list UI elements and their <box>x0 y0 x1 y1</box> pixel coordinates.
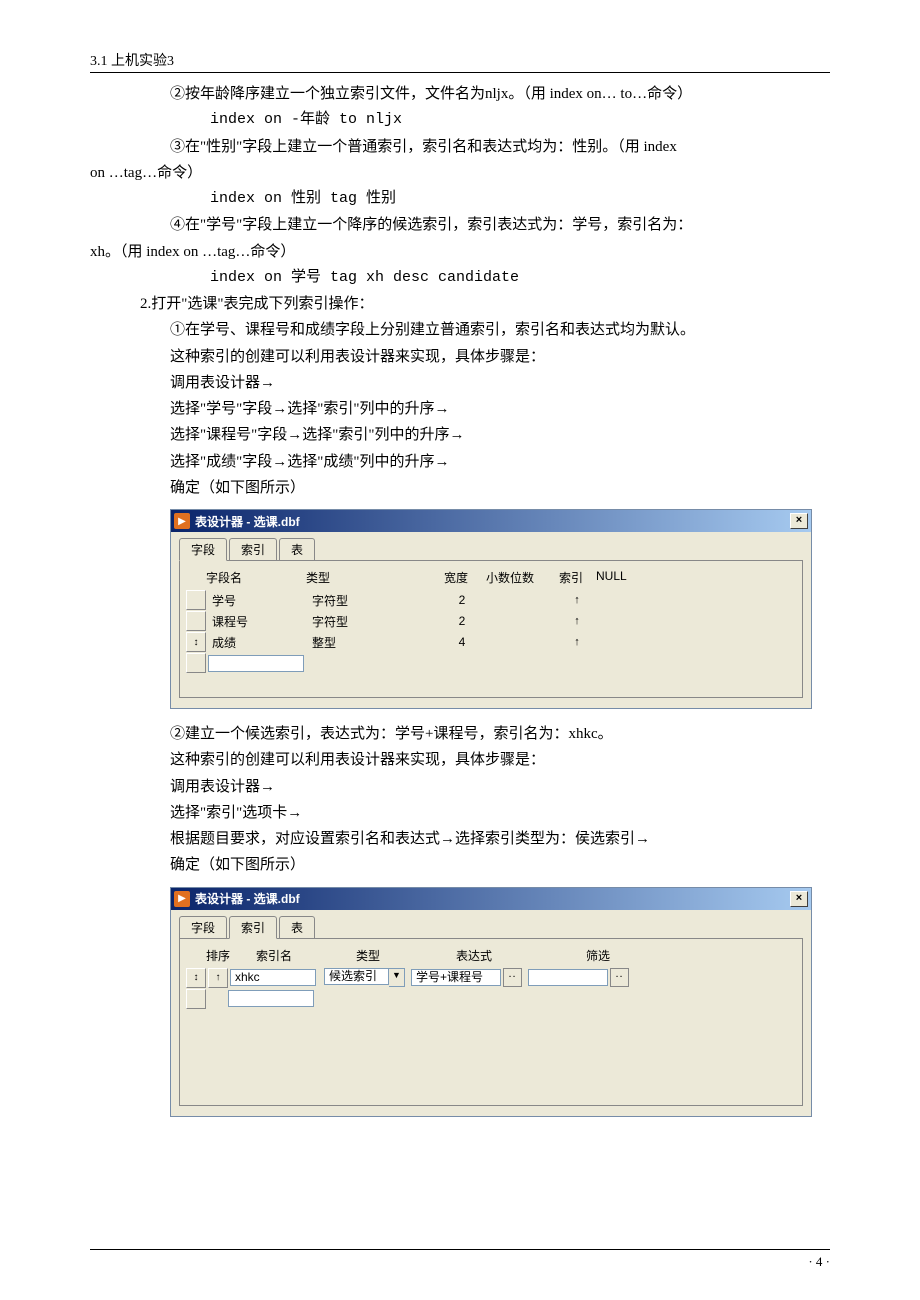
code-line: index on 性别 tag 性别 <box>90 186 830 212</box>
cell-width: 2 <box>432 614 492 628</box>
filter-builder-button[interactable]: .. <box>610 968 629 987</box>
field-row[interactable]: 课程号 字符型 2 ↑ <box>186 611 796 631</box>
col-type: 类型 <box>356 947 456 964</box>
para: 选择"索引"选项卡→ <box>90 800 830 826</box>
para: ②建立一个候选索引，表达式为：学号+课程号，索引名为：xhkc。 <box>90 721 830 747</box>
cell-width: 4 <box>432 635 492 649</box>
row-handle-icon[interactable] <box>186 590 206 610</box>
fox-icon: ▶ <box>174 513 190 529</box>
para: 调用表设计器→ <box>90 774 830 800</box>
para: 根据题目要求，对应设置索引名和表达式→选择索引类型为：侯选索引→ <box>90 826 830 852</box>
tab-table[interactable]: 表 <box>279 538 315 561</box>
row-handle-icon[interactable] <box>186 611 206 631</box>
col-width: 宽度 <box>426 569 486 586</box>
tab-table[interactable]: 表 <box>279 916 315 939</box>
col-expr: 表达式 <box>456 947 586 964</box>
para: ④在"学号"字段上建立一个降序的候选索引，索引表达式为：学号，索引名为： <box>90 212 830 238</box>
tab-panel: 字段名 类型 宽度 小数位数 索引 NULL 学号 字符型 2 ↑ <box>179 560 803 698</box>
body-text: ②建立一个候选索引，表达式为：学号+课程号，索引名为：xhkc。 这种索引的创建… <box>90 721 830 879</box>
para: 确定（如下图所示） <box>90 475 830 501</box>
chevron-down-icon[interactable]: ▼ <box>389 968 405 987</box>
body-text: ②按年龄降序建立一个独立索引文件，文件名为nljx。（用 index on… t… <box>90 81 830 501</box>
para: 选择"成绩"字段→选择"成绩"列中的升序→ <box>90 449 830 475</box>
col-null: NULL <box>596 569 646 586</box>
para: ①在学号、课程号和成绩字段上分别建立普通索引，索引名和表达式均为默认。 <box>90 317 830 343</box>
para: 这种索引的创建可以利用表设计器来实现，具体步骤是： <box>90 747 830 773</box>
cell-type: 整型 <box>312 634 432 651</box>
cell-name: 课程号 <box>208 613 312 630</box>
close-icon[interactable]: × <box>790 513 808 529</box>
row-handle-icon[interactable]: ↕ <box>186 968 206 988</box>
table-designer-dialog-fields: ▶ 表设计器 - 选课.dbf × 字段 索引 表 字段名 类型 宽度 小数位数… <box>170 509 812 709</box>
up-arrow-icon: ↑ <box>552 615 602 627</box>
dialog-title: 表设计器 - 选课.dbf <box>195 513 790 530</box>
tabs: 字段 索引 表 <box>179 916 803 939</box>
cell-name: 学号 <box>208 592 312 609</box>
up-arrow-icon: ↑ <box>552 636 602 648</box>
cell-name: 成绩 <box>208 634 312 651</box>
index-name-input[interactable]: xhkc <box>230 969 316 986</box>
combo-value: 候选索引 <box>324 968 389 985</box>
para: 调用表设计器→ <box>90 370 830 396</box>
empty-input[interactable] <box>228 990 314 1007</box>
cell-type: 字符型 <box>312 613 432 630</box>
titlebar[interactable]: ▶ 表设计器 - 选课.dbf × <box>171 888 811 910</box>
tabs: 字段 索引 表 <box>179 538 803 561</box>
titlebar[interactable]: ▶ 表设计器 - 选课.dbf × <box>171 510 811 532</box>
sort-asc-icon[interactable]: ↑ <box>208 968 228 988</box>
col-dec: 小数位数 <box>486 569 546 586</box>
para: 这种索引的创建可以利用表设计器来实现，具体步骤是： <box>90 344 830 370</box>
para: 选择"学号"字段→选择"索引"列中的升序→ <box>90 396 830 422</box>
index-row-empty[interactable] <box>186 989 796 1009</box>
para: 选择"课程号"字段→选择"索引"列中的升序→ <box>90 422 830 448</box>
table-designer-dialog-index: ▶ 表设计器 - 选课.dbf × 字段 索引 表 排序 索引名 类型 表达式 … <box>170 887 812 1117</box>
expr-builder-button[interactable]: .. <box>503 968 522 987</box>
field-row[interactable]: ↕ 成绩 整型 4 ↑ <box>186 632 796 652</box>
close-icon[interactable]: × <box>790 891 808 907</box>
col-name: 索引名 <box>256 947 356 964</box>
row-handle-icon[interactable]: ↕ <box>186 632 206 652</box>
empty-input[interactable] <box>208 655 304 672</box>
row-handle-icon[interactable] <box>186 653 206 673</box>
expr-input[interactable]: 学号+课程号 <box>411 969 501 986</box>
col-filter: 筛选 <box>586 947 686 964</box>
para: on …tag…命令） <box>90 160 830 186</box>
index-type-combo[interactable]: 候选索引 ▼ <box>324 968 405 987</box>
field-row[interactable]: 学号 字符型 2 ↑ <box>186 590 796 610</box>
para: xh。（用 index on …tag…命令） <box>90 239 830 265</box>
tab-index[interactable]: 索引 <box>229 916 277 939</box>
filter-input[interactable] <box>528 969 608 986</box>
fox-icon: ▶ <box>174 891 190 907</box>
para: 确定（如下图所示） <box>90 852 830 878</box>
tab-index[interactable]: 索引 <box>229 538 277 561</box>
tab-panel: 排序 索引名 类型 表达式 筛选 ↕ ↑ xhkc 候选索引 ▼ 学 <box>179 938 803 1106</box>
tab-fields[interactable]: 字段 <box>179 538 227 561</box>
para: ③在"性别"字段上建立一个普通索引，索引名和表达式均为：性别。（用 index <box>90 134 830 160</box>
para: ②按年龄降序建立一个独立索引文件，文件名为nljx。（用 index on… t… <box>90 81 830 107</box>
cell-width: 2 <box>432 593 492 607</box>
col-order: 排序 <box>206 947 256 964</box>
row-handle-icon[interactable] <box>186 989 206 1009</box>
code-line: index on -年龄 to nljx <box>90 107 830 133</box>
column-headers: 排序 索引名 类型 表达式 筛选 <box>186 945 796 968</box>
column-headers: 字段名 类型 宽度 小数位数 索引 NULL <box>186 567 796 590</box>
page-footer: · 4 · <box>90 1249 830 1270</box>
code-line: index on 学号 tag xh desc candidate <box>90 265 830 291</box>
field-row-empty[interactable] <box>186 653 796 673</box>
index-row[interactable]: ↕ ↑ xhkc 候选索引 ▼ 学号+课程号 .. .. <box>186 968 796 988</box>
up-arrow-icon: ↑ <box>552 594 602 606</box>
col-idx: 索引 <box>546 569 596 586</box>
col-type: 类型 <box>306 569 426 586</box>
cell-type: 字符型 <box>312 592 432 609</box>
para: 2.打开"选课"表完成下列索引操作： <box>90 291 830 317</box>
page-header: 3.1 上机实验3 <box>90 50 830 73</box>
col-name: 字段名 <box>206 569 306 586</box>
dialog-title: 表设计器 - 选课.dbf <box>195 890 790 907</box>
tab-fields[interactable]: 字段 <box>179 916 227 939</box>
